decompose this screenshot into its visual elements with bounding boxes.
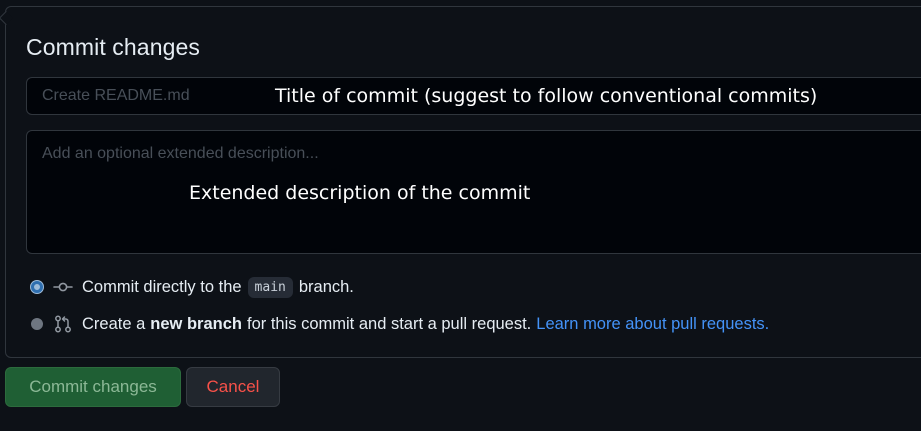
panel-pointer-arrow: [0, 10, 14, 26]
new-branch-prefix: Create a: [82, 314, 146, 333]
commit-direct-radio[interactable]: [31, 281, 43, 293]
new-branch-radio[interactable]: [31, 318, 43, 330]
branch-name-code: main: [247, 276, 293, 298]
cancel-button[interactable]: Cancel: [186, 367, 280, 407]
commit-dialog-page: Commit changes Title of commit (suggest …: [0, 0, 921, 431]
panel-title: Commit changes: [26, 34, 200, 60]
git-commit-icon: [53, 282, 73, 292]
new-branch-suffix: for this commit and start a pull request…: [246, 314, 532, 333]
commit-direct-option[interactable]: Commit directly to the main branch.: [31, 275, 354, 299]
commit-changes-button[interactable]: Commit changes: [5, 367, 181, 407]
new-branch-bold: new branch: [150, 314, 242, 333]
title-annotation: Title of commit (suggest to follow conve…: [275, 85, 818, 107]
description-annotation: Extended description of the commit: [189, 182, 531, 204]
commit-direct-prefix: Commit directly to the: [82, 277, 242, 296]
commit-direct-suffix: branch.: [298, 277, 354, 296]
learn-more-pull-requests-link[interactable]: Learn more about pull requests.: [536, 315, 769, 334]
git-pull-request-icon: [55, 315, 71, 333]
new-branch-option[interactable]: Create a new branch for this commit and …: [31, 312, 769, 336]
